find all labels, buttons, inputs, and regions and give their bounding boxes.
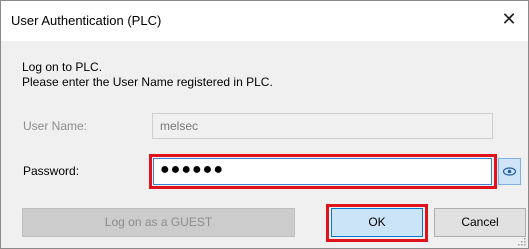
- password-label: Password:: [23, 164, 80, 178]
- user-authentication-dialog: User Authentication (PLC) ✕ Log on to PL…: [0, 0, 529, 249]
- username-label: User Name:: [23, 119, 88, 133]
- title-bar: User Authentication (PLC) ✕: [1, 1, 528, 41]
- eye-icon[interactable]: [498, 158, 521, 185]
- password-field[interactable]: ●●●●●●: [153, 158, 492, 185]
- close-icon[interactable]: ✕: [496, 6, 522, 32]
- message-line-2: Please enter the User Name registered in…: [22, 75, 273, 89]
- log-on-as-guest-button: Log on as a GUEST: [22, 208, 295, 237]
- window-title: User Authentication (PLC): [11, 13, 162, 28]
- cancel-button[interactable]: Cancel: [434, 208, 526, 237]
- message-line-1: Log on to PLC.: [22, 60, 103, 74]
- username-field: melsec: [152, 113, 493, 139]
- ok-button[interactable]: OK: [331, 208, 423, 237]
- resize-grip-icon[interactable]: [516, 236, 526, 246]
